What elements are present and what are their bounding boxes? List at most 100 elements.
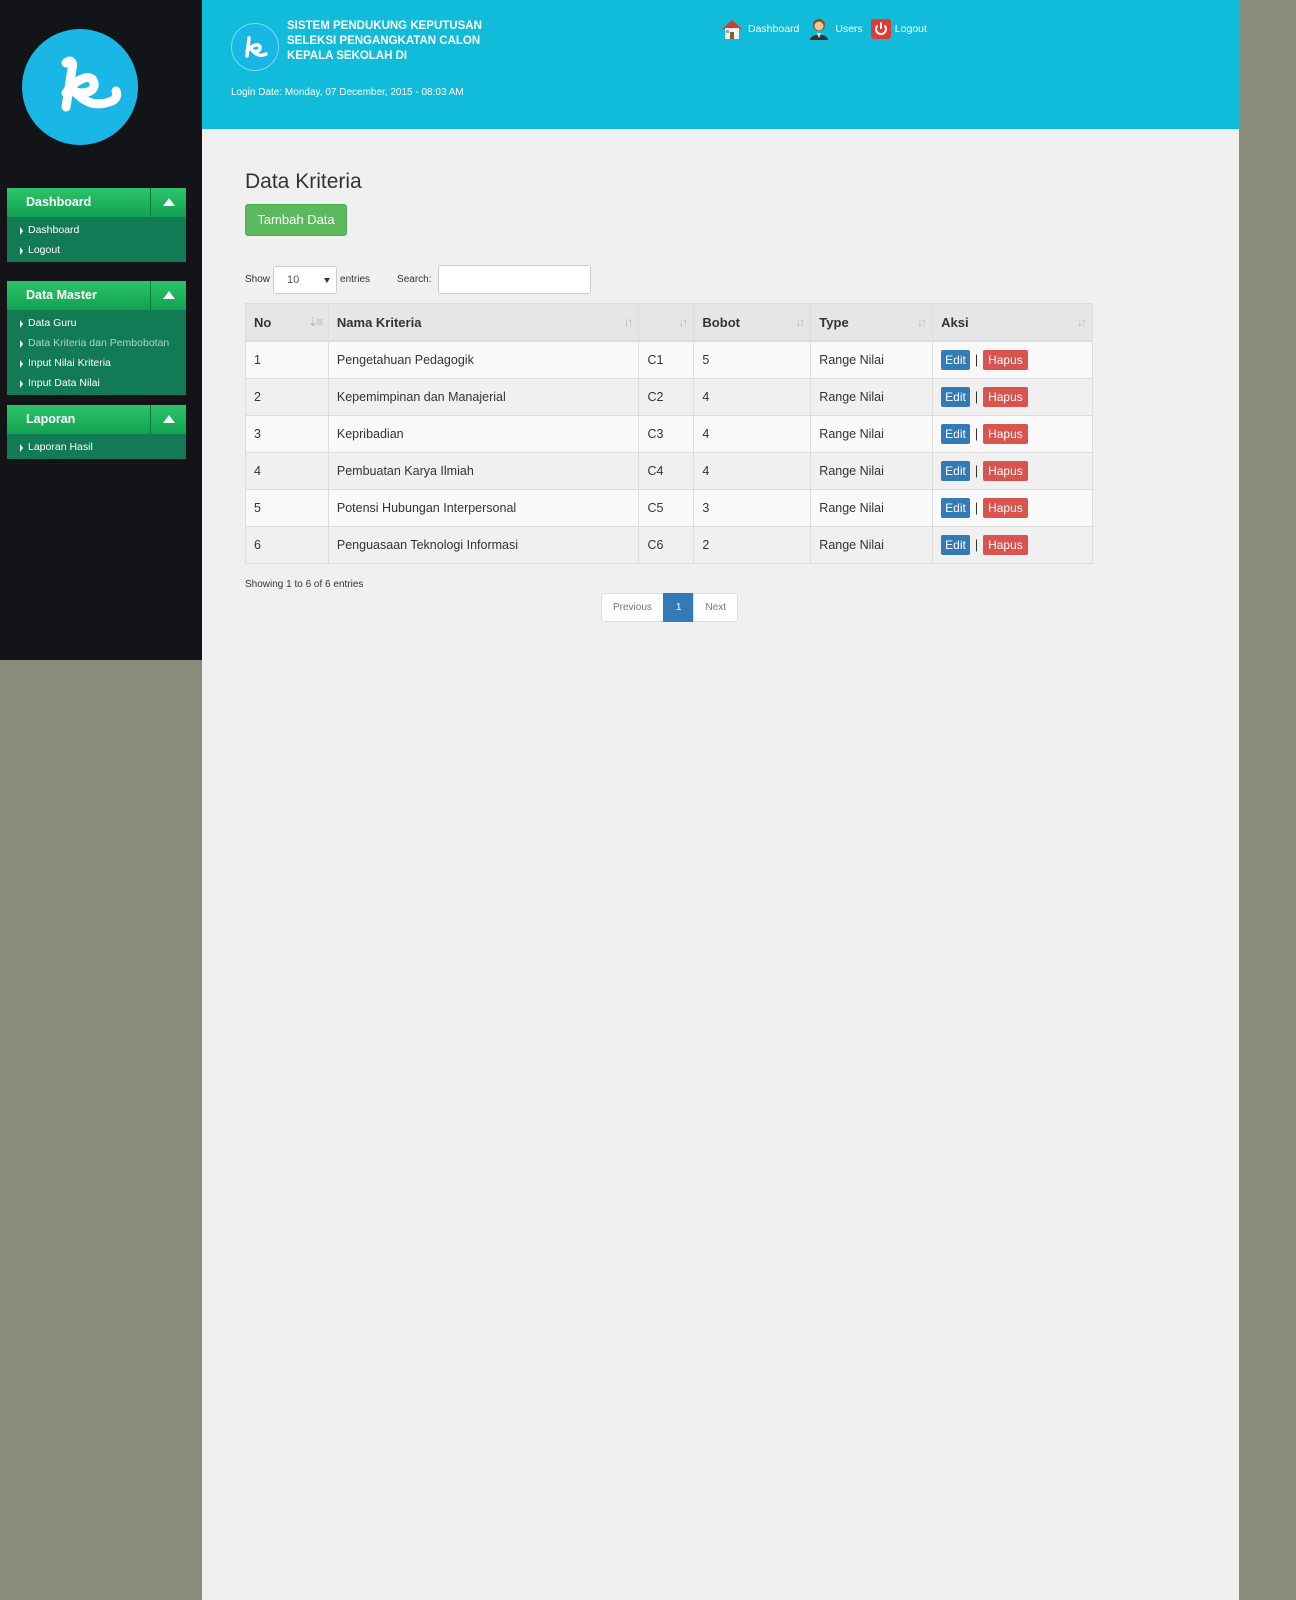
sort-icon: ↓↑ [1077, 315, 1087, 329]
table-row: 3 Kepribadian C3 4 Range Nilai Edit | Hapus [245, 415, 1093, 453]
cell-type: Range Nilai [810, 415, 934, 453]
column-header-nama-kriteria[interactable]: Nama Kriteria ↓↑ [327, 303, 640, 342]
sidebar-item-input-data-nilai[interactable]: Input Data Nilai [7, 373, 186, 393]
edit-button[interactable]: Edit [941, 498, 970, 518]
table-row: 2 Kepemimpinan dan Manajerial C2 4 Range Nil… [245, 378, 1093, 416]
sidebar: Dashboard Dashboard Logout Data Master D… [0, 0, 202, 660]
column-header-no[interactable]: No ⇣≡ [245, 303, 329, 342]
cell-type: Range Nilai [810, 340, 934, 379]
cell-no: 4 [245, 452, 329, 490]
column-header-label: Nama Kriteria [336, 314, 422, 330]
sidebar-item-dashboard[interactable]: Dashboard [7, 220, 186, 240]
caret-down-icon [324, 277, 331, 283]
pagination: Previous 1 Next [601, 593, 739, 622]
menu-section-data-master: Data Master Data Guru Data Kriteria dan … [7, 281, 186, 395]
logo-k-icon [231, 23, 279, 71]
header: SISTEM PENDUKUNG KEPUTUSAN SELEKSI PENGA… [202, 0, 1239, 129]
pagination-next[interactable]: Next [693, 593, 739, 622]
delete-button[interactable]: Hapus [983, 387, 1028, 407]
table-info: Showing 1 to 6 of 6 entries [245, 579, 364, 590]
cell-aksi: Edit | Hapus [932, 415, 1093, 453]
entries-length-select[interactable]: 10 [273, 265, 338, 294]
top-nav-label: Dashboard [748, 23, 800, 35]
top-nav-dashboard[interactable]: Dashboard [720, 18, 799, 40]
cell-nama-kriteria: Kepribadian [327, 415, 640, 453]
column-header-type[interactable]: Type ↓↑ [810, 303, 934, 342]
menu-header-laporan[interactable]: Laporan [7, 405, 186, 434]
column-header-code[interactable]: ↓↑ [638, 303, 695, 342]
sidebar-item-data-guru[interactable]: Data Guru [7, 313, 186, 333]
table-controls: Show 10 entries Search: [245, 265, 591, 294]
sort-asc-icon: ⇣≡ [307, 315, 323, 329]
column-header-aksi[interactable]: Aksi ↓↑ [932, 303, 1093, 342]
table-row: 5 Potensi Hubungan Interpersonal C5 3 Range … [245, 489, 1093, 527]
criteria-table: No ⇣≡ Nama Kriteria ↓↑ ↓↑ Bobot ↓↑ Type ↓↑ A… [245, 303, 1093, 564]
cell-bobot: 3 [693, 489, 812, 527]
edit-button[interactable]: Edit [941, 424, 970, 444]
table-row: 1 Pengetahuan Pedagogik C1 5 Range Nilai Edit… [245, 340, 1093, 379]
cell-nama-kriteria: Pembuatan Karya Ilmiah [327, 452, 640, 490]
cell-bobot: 4 [693, 452, 812, 490]
app-title: SISTEM PENDUKUNG KEPUTUSAN SELEKSI PENGA… [287, 20, 482, 62]
delete-button[interactable]: Hapus [983, 424, 1028, 444]
action-separator: | [974, 353, 979, 367]
menu-header-data-master[interactable]: Data Master [7, 281, 186, 310]
edit-button[interactable]: Edit [941, 387, 970, 407]
cell-code: C2 [638, 378, 695, 416]
cell-code: C5 [638, 489, 695, 527]
cell-no: 6 [245, 526, 329, 564]
column-header-label: Bobot [702, 314, 740, 330]
logo-k-icon [22, 29, 138, 145]
sidebar-item-input-nilai-kriteria[interactable]: Input Nilai Kriteria [7, 353, 186, 373]
column-header-bobot[interactable]: Bobot ↓↑ [693, 303, 812, 342]
menu-header-dashboard[interactable]: Dashboard [7, 188, 186, 217]
collapse-arrow-icon[interactable] [150, 281, 186, 310]
sidebar-item-label: Dashboard [28, 224, 80, 236]
pagination-page[interactable]: 1 [662, 593, 695, 622]
cell-type: Range Nilai [810, 452, 934, 490]
cell-nama-kriteria: Pengetahuan Pedagogik [327, 340, 640, 379]
login-date: Login Date: Monday, 07 December, 2015 - … [231, 87, 464, 98]
cell-bobot: 4 [693, 378, 812, 416]
show-label: Show [245, 274, 271, 285]
cell-aksi: Edit | Hapus [932, 378, 1093, 416]
collapse-arrow-icon[interactable] [150, 188, 186, 217]
search-input[interactable] [437, 265, 591, 294]
edit-button[interactable]: Edit [941, 535, 970, 555]
top-nav-logout[interactable]: Logout [870, 19, 927, 39]
delete-button[interactable]: Hapus [983, 535, 1028, 555]
menu-section-dashboard: Dashboard Dashboard Logout [7, 188, 186, 262]
column-header-label: No [254, 314, 272, 330]
sort-icon: ↓↑ [678, 315, 688, 329]
action-separator: | [974, 390, 979, 404]
delete-button[interactable]: Hapus [983, 350, 1028, 370]
cell-no: 3 [245, 415, 329, 453]
cell-aksi: Edit | Hapus [932, 340, 1093, 379]
sidebar-item-laporan-hasil[interactable]: Laporan Hasil [7, 437, 186, 457]
power-icon [870, 19, 891, 39]
column-header-label: Aksi [941, 314, 969, 330]
home-icon [722, 20, 742, 39]
action-separator: | [974, 538, 979, 552]
delete-button[interactable]: Hapus [983, 498, 1028, 518]
cell-type: Range Nilai [810, 489, 934, 527]
cell-aksi: Edit | Hapus [932, 489, 1093, 527]
cell-nama-kriteria: Penguasaan Teknologi Informasi [327, 526, 640, 564]
sidebar-item-logout[interactable]: Logout [7, 240, 186, 260]
top-nav-label: Users [835, 23, 863, 35]
column-header-label: Type [819, 314, 849, 330]
sidebar-item-data-kriteria[interactable]: Data Kriteria dan Pembobotan [7, 333, 186, 353]
cell-code: C6 [638, 526, 695, 564]
sidebar-item-label: Laporan Hasil [28, 441, 93, 453]
edit-button[interactable]: Edit [941, 350, 970, 370]
pagination-previous[interactable]: Previous [601, 593, 664, 622]
sidebar-item-label: Input Data Nilai [28, 377, 100, 389]
collapse-arrow-icon[interactable] [150, 405, 186, 434]
action-separator: | [974, 464, 979, 478]
add-data-button[interactable]: Tambah Data [245, 204, 347, 236]
cell-type: Range Nilai [810, 378, 934, 416]
delete-button[interactable]: Hapus [983, 461, 1028, 481]
edit-button[interactable]: Edit [941, 461, 970, 481]
top-nav-users[interactable]: Users [807, 17, 863, 41]
cell-code: C4 [638, 452, 695, 490]
